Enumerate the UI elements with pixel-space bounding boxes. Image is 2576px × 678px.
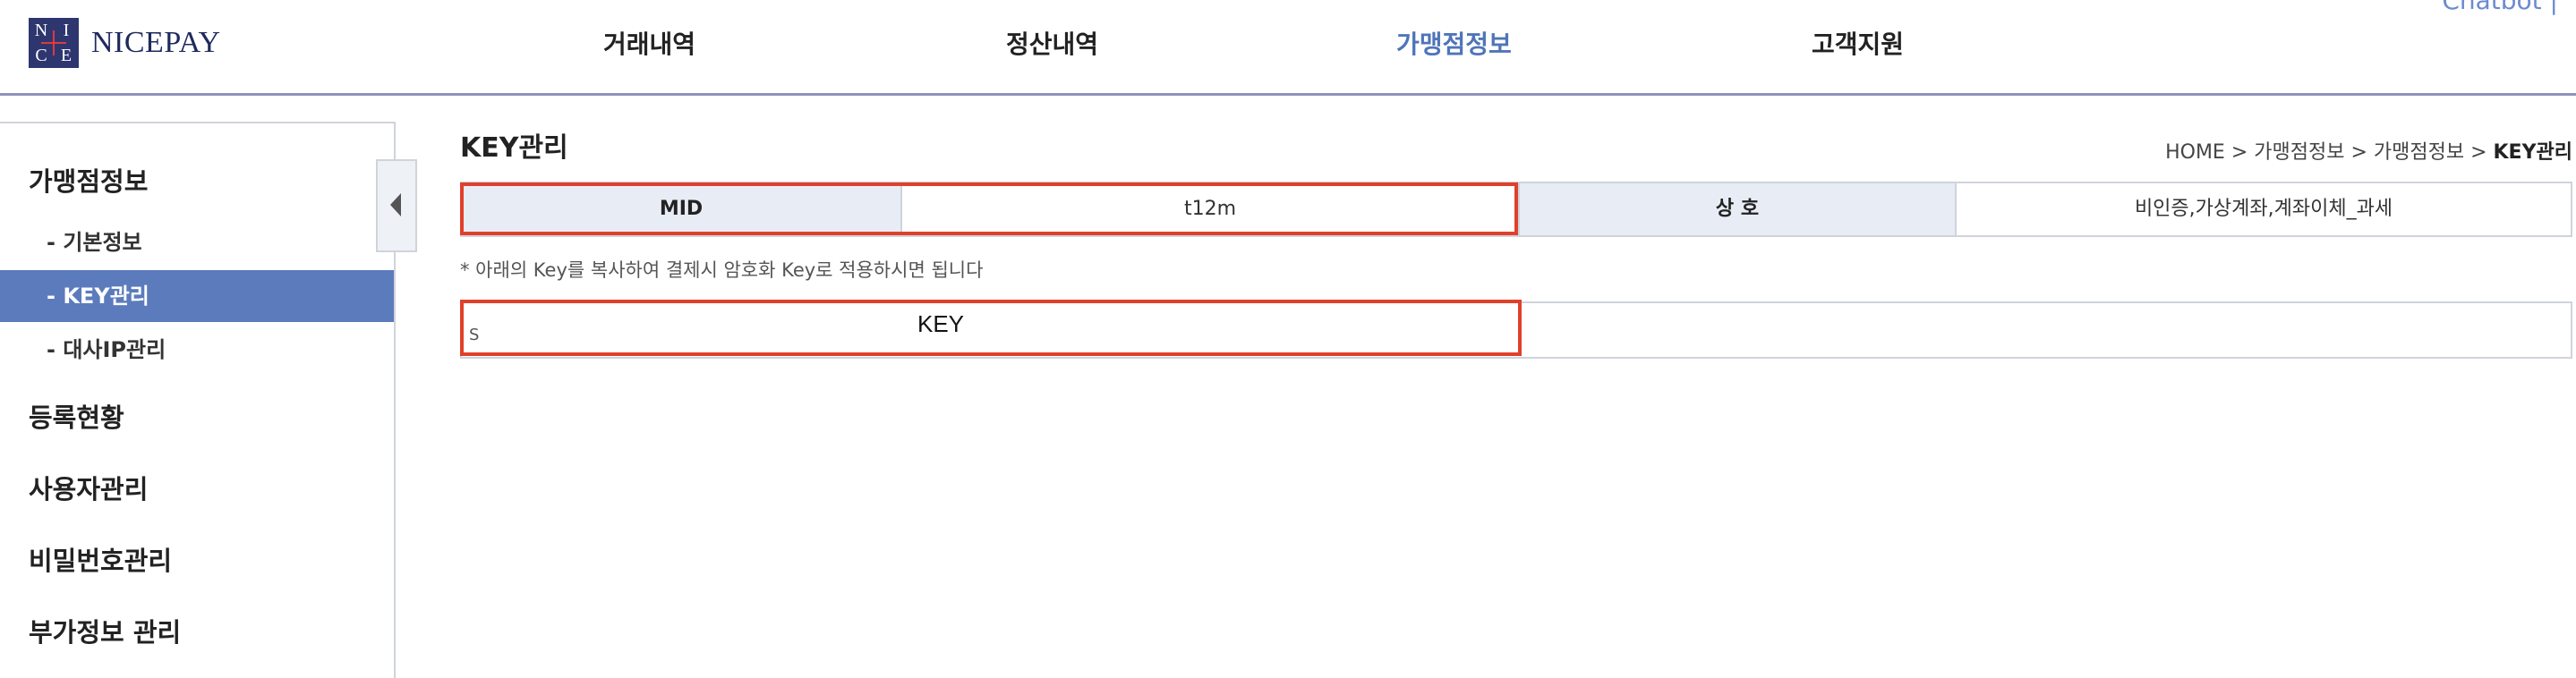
key-highlight-box [460,300,1522,356]
nav-settlements[interactable]: 정산내역 [1006,25,1098,61]
sidebar-item-ip-management[interactable]: - 대사IP관리 [0,324,394,376]
sidebar-section-merchant-info[interactable]: 가맹점정보 [29,161,148,199]
mid-highlight-box [460,182,1518,235]
sidebar: 가맹점정보 - 기본정보 - KEY관리 - 대사IP관리 등록현황 사용자관리… [0,122,396,678]
chevron-left-icon [390,193,401,216]
sidebar-item-label: - 대사IP관리 [47,337,166,362]
sidebar-item-label: - 기본정보 [47,230,142,255]
logo-mark-icon: N I C E [29,18,79,68]
merchant-name-label: 상 호 [1520,183,1957,235]
merchant-name-value: 비인증,가상계좌,계좌이체_과세 [1957,183,2571,235]
sidebar-collapse-button[interactable] [376,159,417,252]
breadcrumb-path: HOME > 가맹점정보 > 가맹점정보 > [2165,141,2494,164]
nav-transactions[interactable]: 거래내역 [603,25,695,61]
nav-customer-support[interactable]: 고객지원 [1812,25,1904,61]
page-title: KEY관리 [460,132,568,164]
sidebar-item-basic-info[interactable]: - 기본정보 [0,216,394,268]
sidebar-section-additional-info[interactable]: 부가정보 관리 [29,612,181,649]
key-usage-note: * 아래의 Key를 복사하여 결제시 암호화 Key로 적용하시면 됩니다 [460,259,984,281]
sidebar-section-users[interactable]: 사용자관리 [29,469,148,506]
logo-letter: N [34,21,48,40]
logo-cross [41,42,66,44]
nicepay-logo[interactable]: N I C E NICEPAY [29,18,221,68]
sidebar-item-key-management[interactable]: - KEY관리 [0,270,394,322]
nav-merchant-info[interactable]: 가맹점정보 [1396,25,1512,61]
sidebar-item-label: - KEY관리 [47,284,149,309]
chatbot-link[interactable]: Chatbot | [2442,0,2558,15]
breadcrumb-current: KEY관리 [2493,141,2573,164]
sidebar-section-registration[interactable]: 등록현황 [29,397,124,435]
sidebar-section-password[interactable]: 비밀번호관리 [29,540,172,578]
top-header: N I C E NICEPAY 거래내역 정산내역 가맹점정보 고객지원 Cha… [0,0,2576,96]
logo-letter: E [60,46,73,65]
logo-letter: I [63,21,70,40]
breadcrumb: HOME > 가맹점정보 > 가맹점정보 > KEY관리 [2165,136,2572,165]
logo-letter: C [35,46,47,65]
logo-text: NICEPAY [91,26,221,59]
